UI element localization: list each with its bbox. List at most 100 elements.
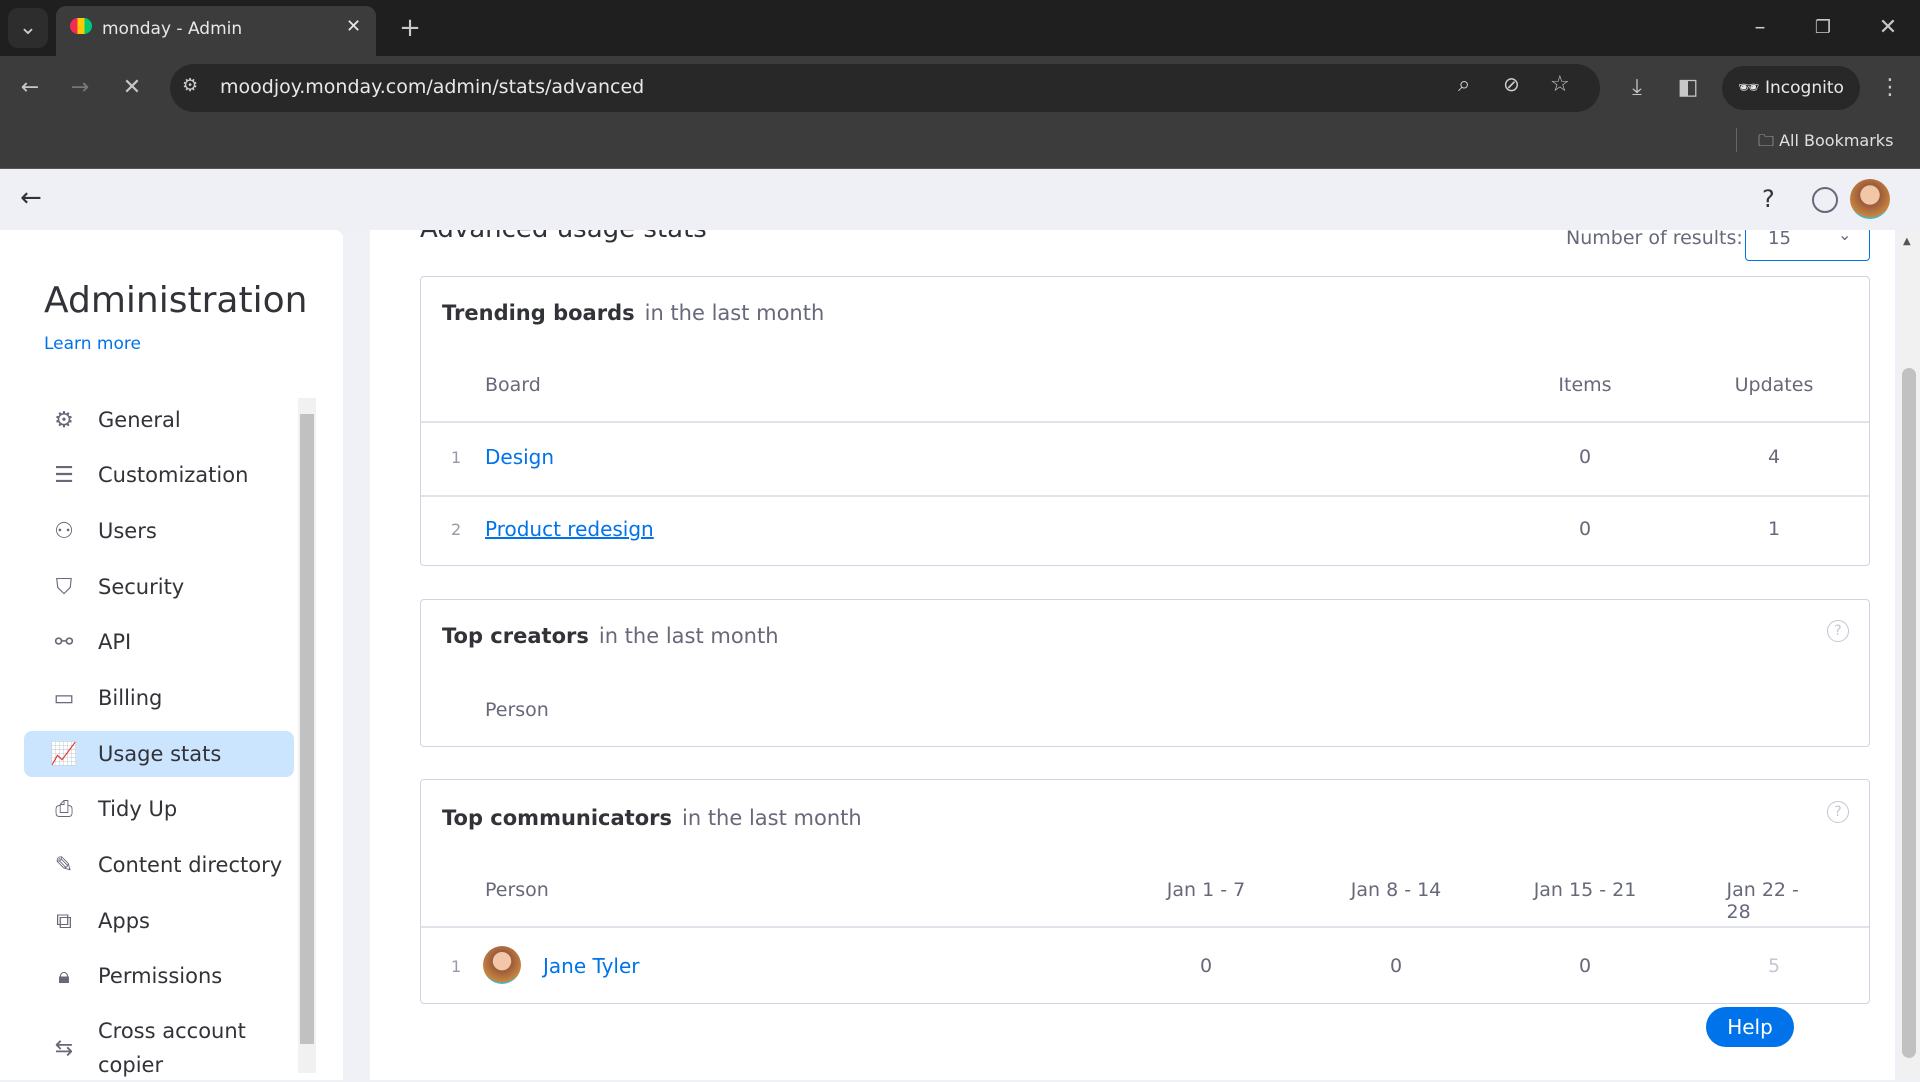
site-info-icon[interactable]: ⚙	[182, 75, 198, 96]
page-scrollbar[interactable]: ▲	[1898, 230, 1920, 1080]
card-subtitle: in the last month	[682, 806, 862, 830]
sliders-icon: ☰	[54, 462, 74, 488]
sidebar-item-general[interactable]: ⚙ General	[24, 397, 294, 443]
scrollbar-thumb[interactable]	[1902, 368, 1916, 1058]
board-link[interactable]: Design	[485, 445, 554, 469]
sidebar-item-cross-account-copier[interactable]: ⇆ Cross account copier	[24, 1015, 294, 1081]
card-subtitle: in the last month	[644, 301, 825, 325]
sidebar-item-label: Cross account copier	[98, 1019, 246, 1077]
sidebar-item-label: Usage stats	[98, 742, 222, 766]
sidebar-item-permissions[interactable]: 🔒︎ Permissions	[24, 953, 294, 999]
sidebar-item-label: General	[98, 408, 181, 432]
url-text[interactable]: moodjoy.monday.com/admin/stats/advanced	[220, 76, 644, 98]
back-arrow-icon[interactable]: ←	[20, 183, 42, 213]
zoom-icon[interactable]: ⌕	[1458, 72, 1470, 97]
address-bar-row: ← → ✕ ⚙ moodjoy.monday.com/admin/stats/a…	[0, 56, 1920, 120]
week-value: 0	[1578, 955, 1592, 977]
tab-title: monday - Admin	[102, 19, 243, 39]
results-count-select[interactable]: 15 ⌄	[1745, 230, 1870, 261]
info-help-icon[interactable]: ?	[1827, 620, 1849, 642]
tab-search-chevron-icon[interactable]: ⌄	[8, 8, 48, 48]
card-title: Top communicators in the last month	[442, 806, 862, 830]
week-value: 0	[1199, 955, 1213, 977]
monday-logo-icon	[70, 18, 92, 34]
swap-icon: ⇆	[54, 1035, 74, 1061]
column-header-board: Board	[485, 374, 541, 396]
sidebar-item-label: Content directory	[98, 853, 283, 877]
week-value: 5	[1767, 955, 1781, 977]
row-number: 2	[451, 520, 462, 539]
incognito-icon: 🕶	[1738, 78, 1765, 98]
forward-icon[interactable]: →	[60, 68, 100, 108]
incognito-badge[interactable]: 🕶 Incognito	[1722, 66, 1860, 110]
lock-icon: 🔒︎	[58, 963, 70, 989]
person-link[interactable]: Jane Tyler	[543, 954, 640, 978]
row-number: 1	[451, 957, 462, 976]
person-avatar	[483, 946, 521, 984]
help-question-icon[interactable]: ?	[1762, 185, 1775, 213]
sidebar-item-content-directory[interactable]: ✎ Content directory	[24, 842, 294, 888]
side-panel-icon[interactable]: ◧	[1668, 68, 1708, 108]
users-icon: ⚇	[54, 518, 74, 544]
minimize-icon[interactable]: –	[1740, 8, 1780, 48]
bookmarks-bar: 🗀 All Bookmarks	[0, 120, 1920, 169]
help-button[interactable]: Help	[1706, 1007, 1794, 1047]
sidebar-item-users[interactable]: ⚇ Users	[24, 508, 294, 554]
card-subtitle: in the last month	[598, 624, 779, 648]
results-count-label: Number of results:	[1566, 230, 1743, 249]
sidebar-item-tidy-up[interactable]: ⎙ Tidy Up	[24, 786, 294, 832]
admin-sidebar: Administration Learn more ⚙ General ☰ Cust…	[0, 230, 343, 1080]
column-header-week-2: Jan 8 - 14	[1350, 879, 1442, 901]
bookmark-star-icon[interactable]: ☆	[1550, 72, 1570, 97]
sidebar-item-label: Billing	[98, 686, 163, 710]
close-tab-icon[interactable]: ✕	[346, 16, 361, 37]
items-count: 0	[1578, 446, 1592, 468]
all-bookmarks-label: All Bookmarks	[1779, 131, 1894, 150]
content-directory-icon: ✎	[54, 852, 74, 878]
divider	[421, 926, 1869, 928]
sidebar-item-billing[interactable]: ▭ Billing	[24, 675, 294, 721]
browser-tab[interactable]: monday - Admin ✕	[56, 6, 376, 56]
learn-more-link[interactable]: Learn more	[44, 334, 141, 354]
all-bookmarks-button[interactable]: 🗀 All Bookmarks	[1758, 130, 1893, 157]
scroll-up-icon[interactable]: ▲	[1903, 236, 1911, 247]
sidebar-item-apps[interactable]: ⧉ Apps	[24, 898, 294, 944]
sidebar-item-customization[interactable]: ☰ Customization	[24, 452, 294, 498]
sidebar-item-label: Customization	[98, 463, 249, 487]
puzzle-icon: ⧉	[56, 908, 72, 934]
updates-count: 1	[1767, 518, 1781, 540]
scrollbar-thumb[interactable]	[300, 414, 314, 1044]
sidebar-item-label: Tidy Up	[98, 797, 178, 821]
close-window-icon[interactable]: ✕	[1868, 8, 1908, 48]
back-icon[interactable]: ←	[10, 68, 50, 108]
sidebar-item-label: API	[98, 630, 132, 654]
sidebar-scrollbar[interactable]	[298, 398, 316, 1073]
sidebar-item-api[interactable]: ⚯ API	[24, 619, 294, 665]
gear-icon: ⚙	[54, 407, 74, 433]
info-help-icon[interactable]: ?	[1827, 801, 1849, 823]
download-icon[interactable]: ⤓	[1617, 68, 1657, 108]
chevron-down-icon: ⌄	[1838, 230, 1852, 244]
card-title-text: Top creators	[442, 624, 589, 648]
column-header-person: Person	[485, 699, 549, 721]
incognito-label: Incognito	[1765, 78, 1844, 98]
week-value: 0	[1389, 955, 1403, 977]
stop-loading-icon[interactable]: ✕	[112, 68, 152, 108]
column-header-week-3: Jan 15 - 21	[1533, 879, 1637, 901]
browser-menu-icon[interactable]: ⋮	[1870, 68, 1910, 108]
eye-off-icon[interactable]: ⊘	[1503, 72, 1520, 96]
restore-icon[interactable]: ❐	[1803, 8, 1843, 48]
address-bar[interactable]: ⚙ moodjoy.monday.com/admin/stats/advance…	[170, 64, 1600, 112]
card-title: Top creators in the last month	[442, 624, 779, 648]
notifications-icon[interactable]	[1812, 187, 1838, 213]
sidebar-item-security[interactable]: ⛉ Security	[24, 564, 294, 610]
top-creators-card: Top creators in the last month ? Person	[420, 599, 1870, 747]
sidebar-item-usage-stats[interactable]: 📈 Usage stats	[24, 731, 294, 777]
new-tab-icon[interactable]: +	[390, 8, 430, 48]
user-avatar[interactable]	[1850, 179, 1890, 219]
updates-count: 4	[1767, 446, 1781, 468]
board-link[interactable]: Product redesign	[485, 517, 654, 541]
divider	[1736, 128, 1737, 152]
row-number: 1	[451, 448, 462, 467]
sidebar-item-label: Apps	[98, 909, 150, 933]
